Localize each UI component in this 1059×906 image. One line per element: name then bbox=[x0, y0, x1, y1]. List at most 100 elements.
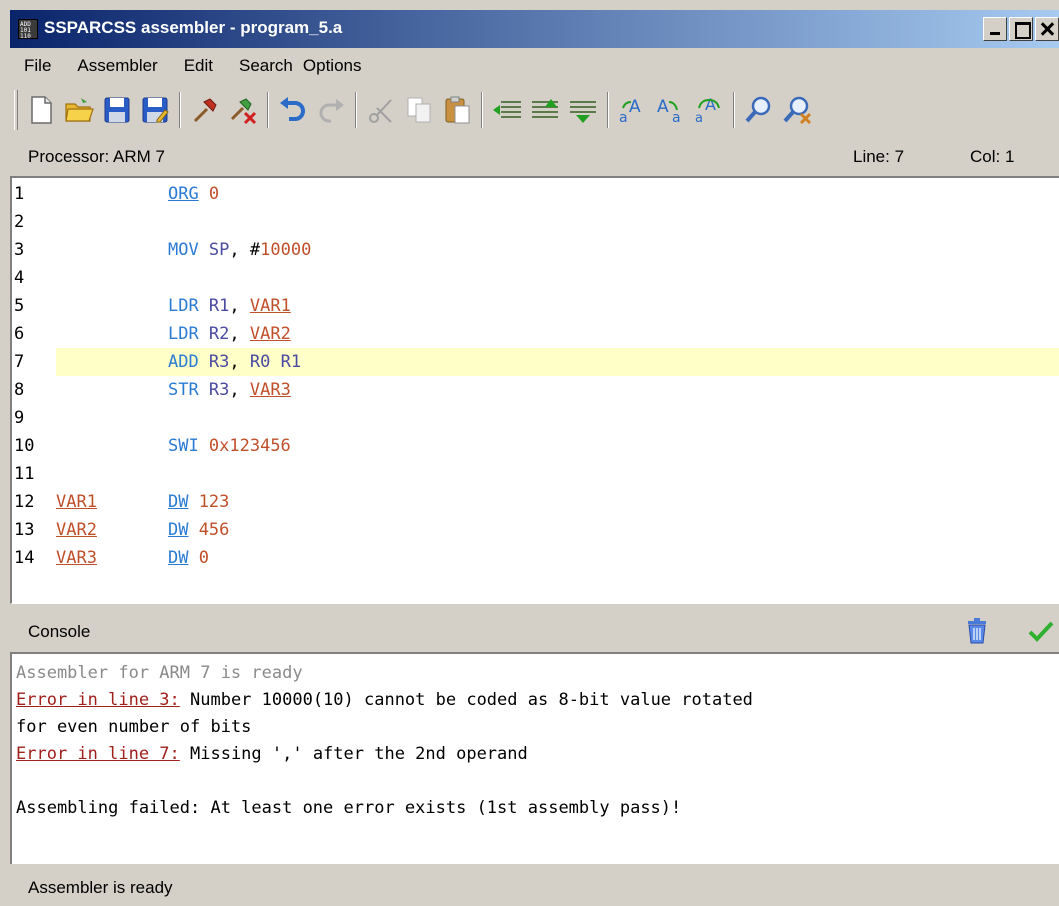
code-line[interactable]: 7 ADD R3, R0 R1 bbox=[12, 348, 1059, 376]
code-line[interactable]: 6 LDR R2, VAR2 bbox=[12, 320, 1059, 348]
toolbar-separator bbox=[607, 92, 609, 128]
code-operands: R2, VAR2 bbox=[209, 320, 291, 348]
code-operands: SP, #10000 bbox=[209, 236, 311, 264]
line-number: 4 bbox=[14, 268, 25, 288]
assemble-button[interactable] bbox=[186, 89, 224, 131]
svg-text:a: a bbox=[619, 110, 628, 126]
menu-edit[interactable]: Edit bbox=[170, 56, 225, 76]
code-text: MOV SP, #10000 bbox=[56, 236, 1059, 264]
console-line: for even number of bits bbox=[16, 714, 1059, 741]
code-token: 456 bbox=[198, 520, 230, 540]
minimize-button[interactable] bbox=[983, 17, 1007, 41]
code-token: , bbox=[229, 380, 250, 400]
code-line[interactable]: 10 SWI 0x123456 bbox=[12, 432, 1059, 460]
format-icon bbox=[532, 99, 558, 118]
code-line[interactable]: 1 ORG 0 bbox=[12, 180, 1059, 208]
find-button[interactable] bbox=[740, 89, 778, 131]
error-line-link[interactable]: Error in line 3: bbox=[16, 690, 180, 710]
code-line[interactable]: 11 bbox=[12, 460, 1059, 488]
code-line[interactable]: 2 bbox=[12, 208, 1059, 236]
code-mnemonic: ORG bbox=[168, 184, 199, 204]
line-number: 13 bbox=[14, 520, 35, 540]
copy-button[interactable] bbox=[400, 89, 438, 131]
code-operands: 123 bbox=[199, 488, 230, 516]
code-token: R3 bbox=[208, 380, 230, 400]
format-button[interactable] bbox=[526, 89, 564, 131]
trash-icon[interactable] bbox=[965, 618, 989, 644]
close-button[interactable] bbox=[1035, 17, 1059, 41]
code-mnemonic: LDR bbox=[168, 296, 199, 316]
svg-text:a: a bbox=[695, 111, 703, 126]
lowercase-button[interactable]: Aa bbox=[652, 89, 690, 131]
new-file-button[interactable] bbox=[22, 89, 60, 131]
console-text: Number 10000(10) cannot be coded as 8-bi… bbox=[179, 690, 753, 710]
code-line[interactable]: 4 bbox=[12, 264, 1059, 292]
redo-icon bbox=[319, 99, 344, 123]
code-mnemonic: DW bbox=[168, 548, 189, 568]
clear-assemble-button[interactable] bbox=[224, 89, 262, 131]
menu-file[interactable]: File bbox=[10, 56, 63, 76]
replace-case-button[interactable]: aA bbox=[690, 89, 728, 131]
console-line: Assembling failed: At least one error ex… bbox=[16, 795, 1059, 822]
line-number: 12 bbox=[14, 492, 35, 512]
code-text: VAR2 DW 456 bbox=[56, 516, 1059, 544]
code-line[interactable]: 12 VAR1 DW 123 bbox=[12, 488, 1059, 516]
svg-text:a: a bbox=[672, 110, 681, 126]
code-line[interactable]: 13 VAR2 DW 456 bbox=[12, 516, 1059, 544]
console-text: Assembler for ARM 7 is ready bbox=[16, 663, 303, 683]
check-icon[interactable] bbox=[1028, 620, 1054, 642]
line-number: 8 bbox=[14, 380, 25, 400]
svg-text:A: A bbox=[629, 97, 641, 117]
title-bar[interactable]: ADD 101 110 SSPARCSS assembler - program… bbox=[10, 10, 1059, 48]
menu-assembler[interactable]: Assembler bbox=[63, 56, 169, 76]
outdent-button[interactable] bbox=[564, 89, 602, 131]
uppercase-button[interactable]: aA bbox=[614, 89, 652, 131]
status-text: Assembler is ready bbox=[28, 878, 173, 897]
code-mnemonic: ADD bbox=[168, 352, 199, 372]
outdent-icon bbox=[570, 101, 596, 123]
error-line-link[interactable]: Error in line 7: bbox=[16, 744, 180, 764]
code-token: # bbox=[249, 240, 261, 260]
code-line[interactable]: 14 VAR3 DW 0 bbox=[12, 544, 1059, 572]
console-output[interactable]: Assembler for ARM 7 is ready Error in lin… bbox=[10, 652, 1059, 864]
paste-button[interactable] bbox=[438, 89, 476, 131]
console-header: Console bbox=[10, 612, 1059, 650]
code-mnemonic: MOV bbox=[168, 240, 199, 260]
open-button[interactable] bbox=[60, 89, 98, 131]
code-token: VAR3 bbox=[249, 380, 291, 400]
code-line[interactable]: 9 bbox=[12, 404, 1059, 432]
undo-icon bbox=[280, 97, 305, 121]
find-icon bbox=[745, 96, 771, 123]
undo-button[interactable] bbox=[274, 89, 312, 131]
code-line[interactable]: 5 LDR R1, VAR1 bbox=[12, 292, 1059, 320]
code-token: VAR1 bbox=[249, 296, 291, 316]
save-as-button[interactable] bbox=[136, 89, 174, 131]
save-as-icon bbox=[142, 97, 169, 123]
console-text: for even number of bits bbox=[16, 717, 252, 737]
code-line[interactable]: 3 MOV SP, #10000 bbox=[12, 236, 1059, 264]
toolbar: aA Aa aA bbox=[10, 86, 1059, 134]
code-text: STR R3, VAR3 bbox=[56, 376, 1059, 404]
cut-button[interactable] bbox=[362, 89, 400, 131]
code-text: LDR R2, VAR2 bbox=[56, 320, 1059, 348]
indent-button[interactable] bbox=[488, 89, 526, 131]
toolbar-separator bbox=[355, 92, 357, 128]
code-line[interactable]: 8 STR R3, VAR3 bbox=[12, 376, 1059, 404]
find-replace-button[interactable] bbox=[778, 89, 816, 131]
code-editor[interactable]: 1 ORG 0 2 3 MOV SP, #10000 4 5 LDR R1, VAR1 6 LDR R2,… bbox=[10, 176, 1059, 604]
code-operands: R1, VAR1 bbox=[209, 292, 291, 320]
menu-search[interactable]: Search bbox=[225, 56, 299, 76]
code-text: ORG 0 bbox=[56, 180, 1059, 208]
cursor-col-label: Col: 1 bbox=[970, 147, 1015, 166]
line-number: 7 bbox=[14, 352, 25, 372]
code-label: VAR2 bbox=[56, 520, 97, 540]
app-icon: ADD 101 110 bbox=[18, 19, 38, 39]
code-token: 0x123456 bbox=[208, 436, 291, 456]
maximize-button[interactable] bbox=[1009, 17, 1033, 41]
save-button[interactable] bbox=[98, 89, 136, 131]
toolbar-grip[interactable] bbox=[14, 90, 18, 130]
menu-options[interactable]: Options bbox=[299, 56, 374, 76]
code-text: LDR R1, VAR1 bbox=[56, 292, 1059, 320]
redo-button[interactable] bbox=[312, 89, 350, 131]
